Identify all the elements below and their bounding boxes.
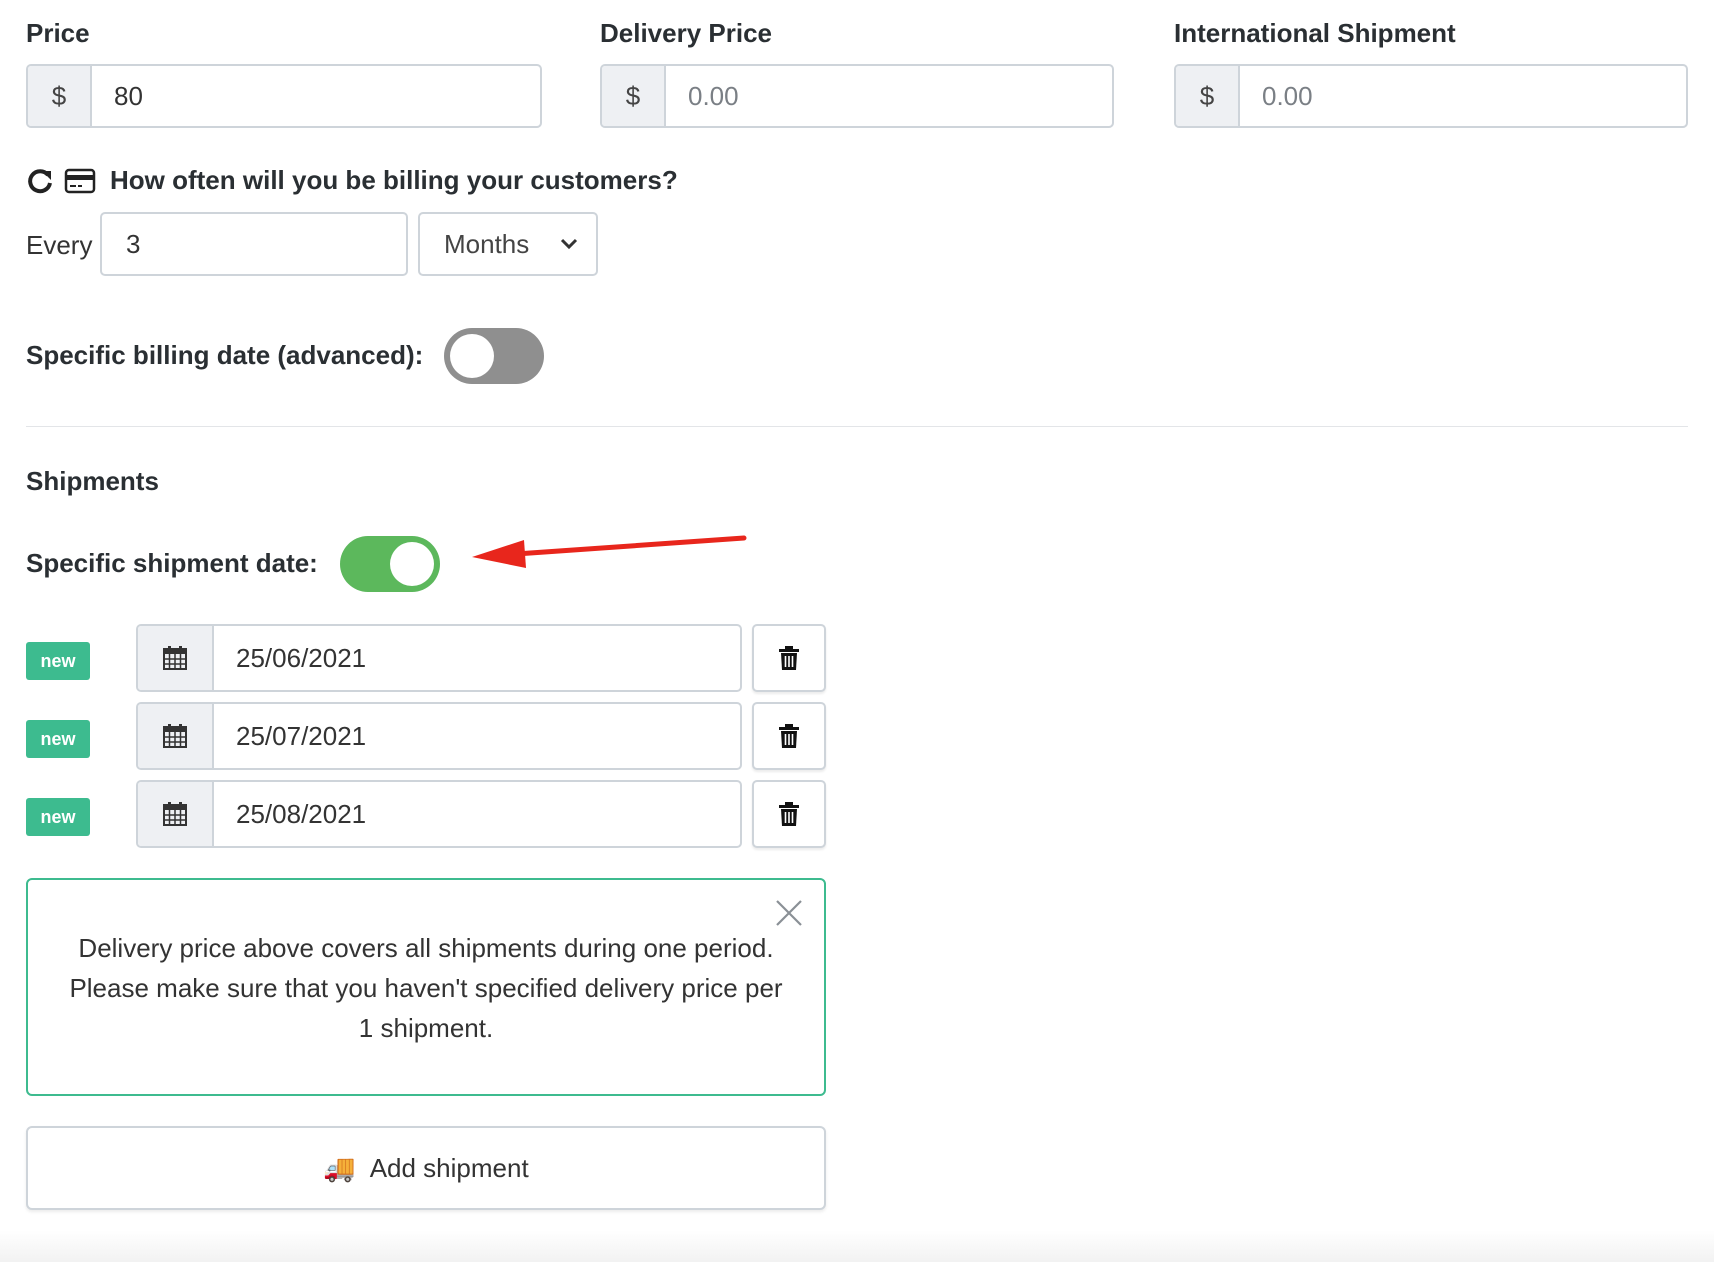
- international-shipment-input-group[interactable]: $ 0.00: [1174, 64, 1688, 128]
- new-badge: new: [26, 798, 90, 836]
- specific-shipment-date-label: Specific shipment date:: [26, 548, 318, 578]
- billing-period-select[interactable]: Months: [418, 212, 598, 276]
- calendar-icon-addon: [138, 626, 214, 690]
- billing-interval-input[interactable]: 3: [100, 212, 408, 276]
- refresh-icon: [28, 168, 52, 193]
- specific-billing-date-label: Specific billing date (advanced):: [26, 340, 424, 370]
- page-bottom-edge: [0, 1230, 1714, 1262]
- trash-icon: [779, 724, 799, 748]
- delivery-price-input[interactable]: 0.00: [666, 66, 1112, 126]
- shipment-date-input-group[interactable]: 25/06/2021: [136, 624, 742, 692]
- shipment-date-input-group[interactable]: 25/07/2021: [136, 702, 742, 770]
- shipment-date-input[interactable]: 25/07/2021: [214, 704, 740, 768]
- notice-message: Delivery price above covers all shipment…: [69, 933, 783, 1043]
- chevron-down-icon: [560, 238, 578, 250]
- delete-shipment-button[interactable]: [752, 780, 826, 848]
- shipment-date-input[interactable]: 25/08/2021: [214, 782, 740, 846]
- specific-shipment-date-toggle[interactable]: [340, 536, 440, 592]
- calendar-icon: [163, 802, 187, 826]
- billing-period-selected: Months: [444, 228, 530, 259]
- price-currency-addon: $: [28, 66, 92, 126]
- price-input[interactable]: 80: [92, 66, 540, 126]
- delivery-price-input-group[interactable]: $ 0.00: [600, 64, 1114, 128]
- delivery-price-notice: Delivery price above covers all shipment…: [26, 878, 826, 1096]
- shipments-section-title: Shipments: [26, 466, 159, 496]
- add-shipment-label: Add shipment: [369, 1152, 529, 1183]
- billing-frequency-heading: How often will you be billing your custo…: [26, 165, 678, 196]
- delivery-price-label: Delivery Price: [600, 18, 773, 48]
- international-currency-addon: $: [1176, 66, 1240, 126]
- price-input-group[interactable]: $ 80: [26, 64, 542, 128]
- delivery-currency-addon: $: [602, 66, 666, 126]
- toggle-knob: [390, 542, 434, 586]
- specific-billing-date-toggle[interactable]: [444, 328, 544, 384]
- calendar-icon: [163, 646, 187, 670]
- trash-icon: [779, 646, 799, 670]
- international-shipment-label: International Shipment: [1174, 18, 1456, 48]
- delete-shipment-button[interactable]: [752, 624, 826, 692]
- toggle-knob: [450, 334, 494, 378]
- billing-frequency-question: How often will you be billing your custo…: [110, 165, 678, 195]
- calendar-icon-addon: [138, 782, 214, 846]
- truck-icon: 🚚: [323, 1152, 356, 1183]
- credit-card-icon: [64, 168, 96, 193]
- close-icon[interactable]: [772, 896, 806, 930]
- section-divider: [26, 426, 1688, 427]
- delete-shipment-button[interactable]: [752, 702, 826, 770]
- calendar-icon: [163, 724, 187, 748]
- every-label: Every: [26, 230, 93, 260]
- calendar-icon-addon: [138, 704, 214, 768]
- shipment-date-input-group[interactable]: 25/08/2021: [136, 780, 742, 848]
- new-badge: new: [26, 642, 90, 680]
- shipment-date-input[interactable]: 25/06/2021: [214, 626, 740, 690]
- price-label: Price: [26, 18, 90, 48]
- trash-icon: [779, 802, 799, 826]
- new-badge: new: [26, 720, 90, 758]
- annotation-arrow: [472, 535, 747, 568]
- international-shipment-input[interactable]: 0.00: [1240, 66, 1686, 126]
- add-shipment-button[interactable]: 🚚 Add shipment: [26, 1126, 826, 1210]
